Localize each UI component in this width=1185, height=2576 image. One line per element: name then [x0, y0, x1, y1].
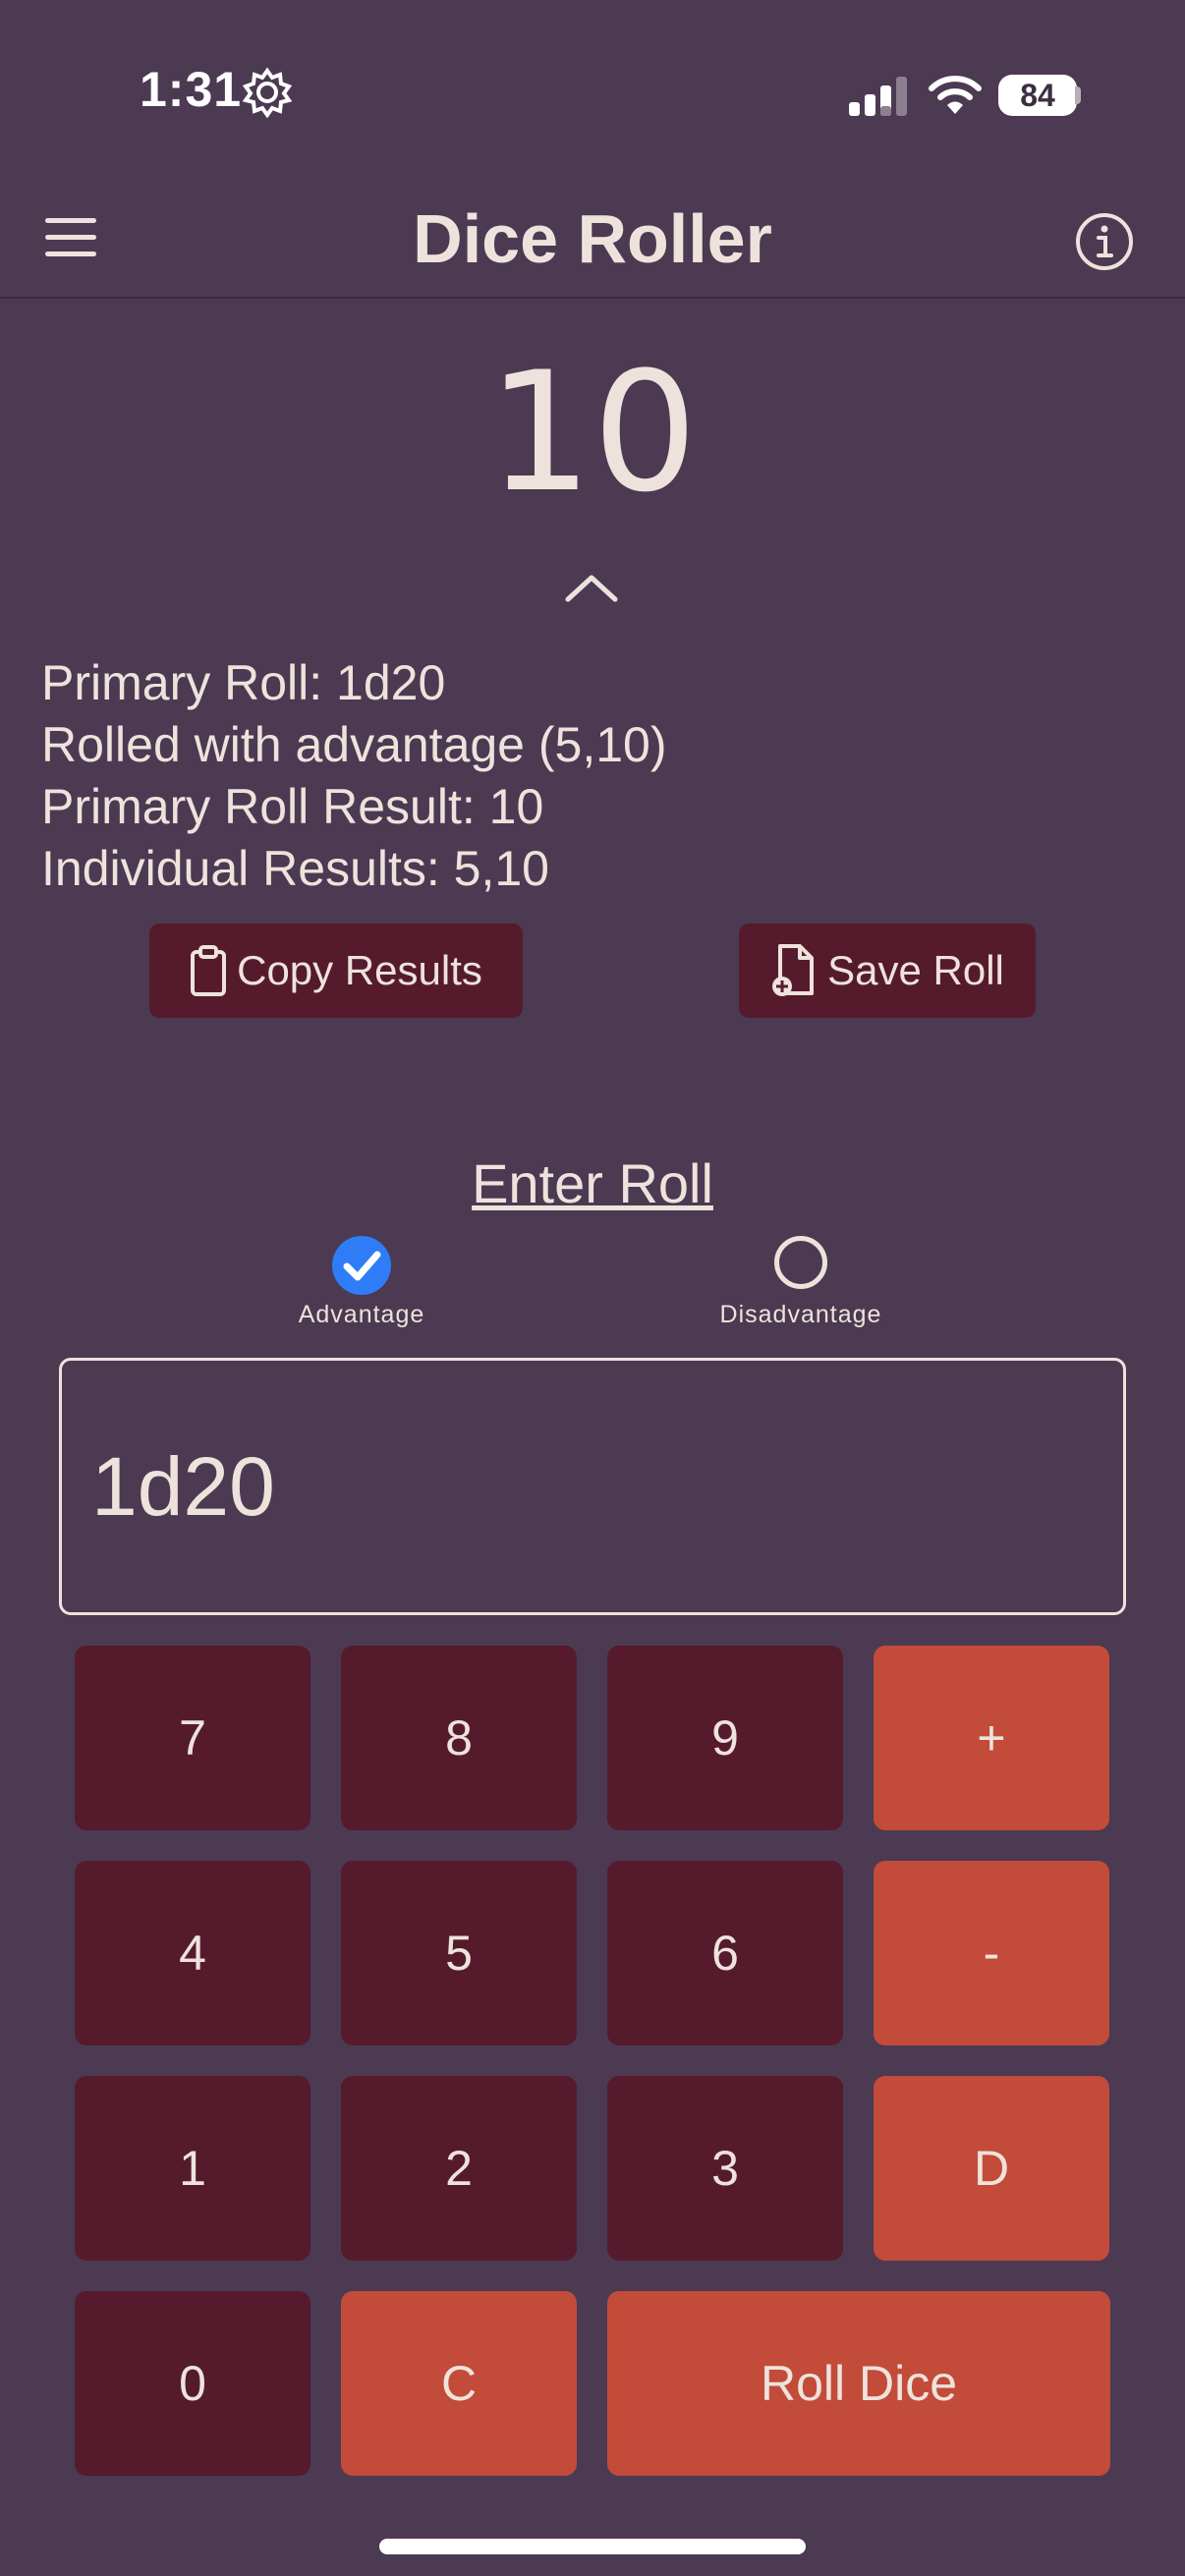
disadvantage-checkbox[interactable]	[774, 1236, 827, 1289]
key-8[interactable]: 8	[341, 1646, 577, 1830]
save-roll-label: Save Roll	[827, 947, 1004, 993]
battery-cap	[1075, 86, 1081, 104]
roll-dice-button[interactable]: Roll Dice	[607, 2291, 1110, 2476]
file-add-icon	[772, 944, 815, 996]
key-1[interactable]: 1	[75, 2076, 310, 2261]
page-title: Dice Roller	[413, 200, 772, 277]
home-indicator	[379, 2539, 806, 2554]
battery-indicator: 84	[998, 75, 1077, 116]
chevron-up-icon[interactable]	[564, 570, 619, 605]
advantage-checkbox[interactable]	[332, 1236, 391, 1295]
copy-results-label: Copy Results	[237, 947, 482, 993]
key-6[interactable]: 6	[607, 1861, 843, 2045]
roll-result-value: 10	[487, 336, 698, 529]
key-3[interactable]: 3	[607, 2076, 843, 2261]
key-9[interactable]: 9	[607, 1646, 843, 1830]
wifi-icon	[929, 76, 982, 114]
cellular-signal-icon	[849, 77, 907, 116]
checkmark-icon	[343, 1251, 381, 1281]
save-roll-button[interactable]: Save Roll	[739, 924, 1036, 1018]
header-divider	[0, 297, 1185, 299]
key-4[interactable]: 4	[75, 1861, 310, 2045]
enter-roll-heading: Enter Roll	[472, 1152, 713, 1214]
advantage-label: Advantage	[298, 1301, 425, 1328]
key-7[interactable]: 7	[75, 1646, 310, 1830]
key-clear[interactable]: C	[341, 2291, 577, 2476]
detail-primary-roll: Primary Roll: 1d20	[41, 655, 446, 710]
roll-expression-input[interactable]	[59, 1358, 1126, 1615]
settings-gear-icon	[242, 67, 293, 118]
key-plus[interactable]: +	[874, 1646, 1109, 1830]
key-minus[interactable]: -	[874, 1861, 1109, 2045]
detail-primary-result: Primary Roll Result: 10	[41, 779, 544, 834]
key-0[interactable]: 0	[75, 2291, 310, 2476]
key-5[interactable]: 5	[341, 1861, 577, 2045]
detail-advantage: Rolled with advantage (5,10)	[41, 717, 667, 772]
key-2[interactable]: 2	[341, 2076, 577, 2261]
status-time: 1:31	[140, 62, 243, 117]
clipboard-icon	[191, 945, 227, 996]
roll-details: Primary Roll: 1d20 Rolled with advantage…	[41, 652, 667, 900]
copy-results-button[interactable]: Copy Results	[149, 924, 523, 1018]
disadvantage-label: Disadvantage	[719, 1301, 882, 1328]
detail-individual-results: Individual Results: 5,10	[41, 841, 549, 896]
info-circle-icon[interactable]	[1074, 211, 1135, 272]
key-dice[interactable]: D	[874, 2076, 1109, 2261]
